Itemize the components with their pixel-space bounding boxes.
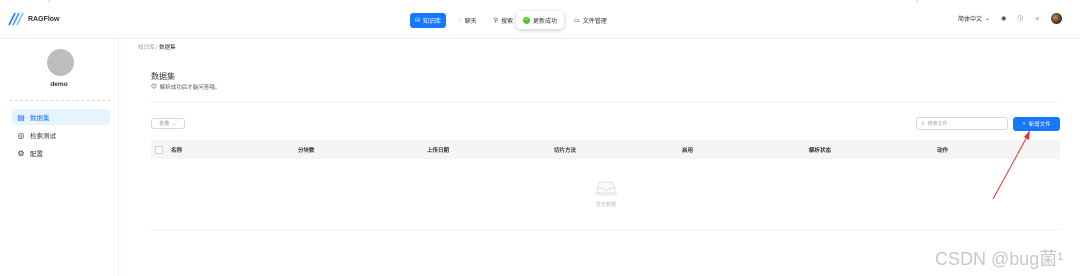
help-icon[interactable]: ⓘ bbox=[1017, 14, 1023, 23]
language-label: 简体中文 bbox=[958, 17, 983, 23]
plus-icon: + bbox=[1022, 121, 1026, 127]
top-header: RAGFlow ⛁ 知识库 ◌ 聊天 ⚲ 搜索 ▭ 文件管理 ✓ 更新成功 简体… bbox=[0, 2, 1080, 39]
bulk-action-button[interactable]: 批量 ⌄ bbox=[151, 118, 185, 129]
column-header-chunk-method[interactable]: 切片方法 bbox=[554, 146, 576, 154]
sidebar-item-dataset[interactable]: ▤ 数据集 bbox=[12, 109, 110, 125]
table-bottom-divider bbox=[151, 229, 1060, 230]
sidebar-item-label: 数据集 bbox=[30, 115, 50, 122]
nav-knowledge-base[interactable]: ⛁ 知识库 bbox=[410, 13, 447, 28]
chat-icon: ◌ bbox=[458, 17, 462, 24]
database-icon: ⛁ bbox=[415, 17, 421, 24]
nav-label: 知识库 bbox=[423, 19, 442, 25]
column-header-actions[interactable]: 动作 bbox=[937, 146, 948, 154]
header-right: 简体中文 ⌄ ◉ ⓘ ☼ bbox=[958, 13, 1062, 24]
breadcrumb-separator: / bbox=[156, 45, 158, 51]
column-header-enabled[interactable]: 启用 bbox=[682, 146, 693, 154]
column-header-parse-status[interactable]: 解析状态 bbox=[809, 146, 831, 154]
page-title: 数据集 bbox=[151, 72, 175, 81]
divider bbox=[149, 101, 1059, 102]
empty-box-icon bbox=[594, 181, 618, 197]
search-icon: ⚲ bbox=[493, 17, 499, 24]
nav-label: 搜索 bbox=[501, 19, 514, 25]
nav-file-management[interactable]: ▭ 文件管理 bbox=[569, 13, 612, 28]
target-icon: ◎ bbox=[17, 130, 25, 140]
breadcrumb: 知识库 / 数据集 bbox=[138, 43, 176, 51]
folder-icon: ▭ bbox=[574, 17, 580, 24]
column-header-name[interactable]: 名称 bbox=[171, 146, 182, 154]
sidebar-item-label: 检索测试 bbox=[30, 133, 56, 140]
avatar bbox=[47, 49, 74, 76]
bulk-label: 批量 bbox=[159, 121, 170, 127]
nav-search[interactable]: ⚲ 搜索 bbox=[489, 13, 518, 28]
column-header-chunks[interactable]: 分块数 bbox=[298, 146, 315, 154]
user-name: demo bbox=[50, 81, 68, 88]
main-content: 知识库 / 数据集 数据集 😊 解析成功后才能问答哦。 批量 ⌄ ⚲ 搜索文件 … bbox=[118, 39, 1080, 276]
github-icon[interactable]: ◉ bbox=[1001, 15, 1006, 22]
chevron-down-icon: ⌄ bbox=[985, 16, 991, 22]
chevron-down-icon: ⌄ bbox=[172, 120, 177, 127]
page-description: 😊 解析成功后才能问答哦。 bbox=[151, 83, 220, 91]
watermark: CSDN @bug菌¹ bbox=[935, 249, 1064, 269]
smile-emoji-icon: 😊 bbox=[151, 84, 157, 90]
breadcrumb-current: 数据集 bbox=[159, 45, 176, 51]
column-header-upload-date[interactable]: 上传日期 bbox=[427, 146, 449, 154]
add-file-button[interactable]: + 新增文件 bbox=[1013, 117, 1060, 131]
search-placeholder: 搜索文件 bbox=[927, 121, 948, 127]
search-icon: ⚲ bbox=[921, 120, 925, 127]
nav-label: 聊天 bbox=[464, 19, 477, 25]
nav-chat[interactable]: ◌ 聊天 bbox=[453, 13, 482, 28]
add-file-label: 新增文件 bbox=[1028, 122, 1051, 128]
sidebar: demo ▤ 数据集 ◎ 检索测试 ⚙ 配置 bbox=[0, 39, 119, 276]
breadcrumb-root[interactable]: 知识库 bbox=[138, 45, 155, 51]
app-name: RAGFlow bbox=[28, 15, 60, 23]
toast-text: 更新成功 bbox=[533, 18, 558, 25]
select-all-checkbox[interactable] bbox=[155, 146, 163, 154]
app-logo[interactable]: RAGFlow bbox=[8, 12, 60, 26]
search-input[interactable]: ⚲ 搜索文件 bbox=[916, 117, 1008, 130]
empty-state-text: 暂无数据 bbox=[595, 202, 616, 208]
success-toast: ✓ 更新成功 bbox=[516, 11, 565, 29]
language-selector[interactable]: 简体中文 ⌄ bbox=[958, 14, 990, 23]
theme-sun-icon[interactable]: ☼ bbox=[1034, 16, 1040, 22]
gear-icon: ⚙ bbox=[17, 148, 25, 158]
ragflow-logo-icon bbox=[8, 12, 24, 26]
description-text: 解析成功后才能问答哦。 bbox=[159, 85, 221, 91]
sidebar-item-label: 配置 bbox=[30, 151, 43, 158]
table-header: 名称 分块数 上传日期 切片方法 启用 解析状态 动作 bbox=[151, 140, 1060, 159]
file-icon: ▤ bbox=[17, 112, 25, 122]
success-check-icon: ✓ bbox=[523, 16, 530, 24]
user-avatar-small[interactable] bbox=[1050, 13, 1062, 24]
sidebar-divider bbox=[10, 100, 110, 101]
main-nav: ⛁ 知识库 ◌ 聊天 ⚲ 搜索 ▭ 文件管理 bbox=[410, 13, 612, 28]
sidebar-item-config[interactable]: ⚙ 配置 bbox=[12, 145, 110, 161]
sidebar-item-retrieval-test[interactable]: ◎ 检索测试 bbox=[12, 127, 110, 143]
nav-label: 文件管理 bbox=[582, 19, 607, 25]
